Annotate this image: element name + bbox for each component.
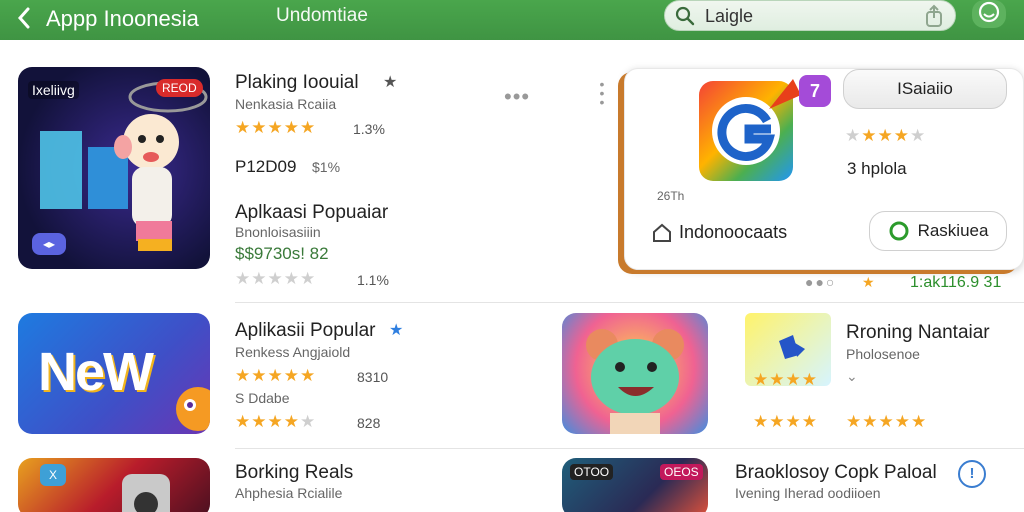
rating-stars-2: ★★★★★ xyxy=(235,269,317,288)
rating-stars-5c: ★★★★★ xyxy=(846,412,928,431)
featured-stars: ★★★★★ xyxy=(845,126,927,145)
icon-badge-x: X xyxy=(40,464,66,486)
rating-value-3: 8310 xyxy=(357,369,389,385)
featured-cta-label: Raskiuea xyxy=(917,221,989,240)
app-subtitle-1: Nenkasia Rcaiia xyxy=(235,96,337,112)
account-button[interactable] xyxy=(972,0,1006,28)
icon-badge-red: REOD xyxy=(156,79,203,97)
location-icon xyxy=(653,223,671,242)
app-icon-1[interactable]: Ixeliivg REOD ◂▸ xyxy=(18,67,210,269)
search-bar[interactable]: Laigle xyxy=(664,0,956,31)
featured-location: Indonoocaats xyxy=(679,222,788,242)
app-icon-7[interactable]: OTOO OEOS xyxy=(562,458,708,512)
app-subtitle-6: Ahphesia Rcialile xyxy=(235,485,343,501)
app-title-3[interactable]: Aplikasii Popular xyxy=(235,320,375,342)
search-input[interactable]: Laigle xyxy=(705,6,753,27)
character-icon xyxy=(176,387,210,431)
icon-badge-right: OEOS xyxy=(660,464,703,480)
rating-stars-1: ★★★★★ xyxy=(235,118,317,137)
featured-cta-button[interactable]: Raskiuea xyxy=(869,211,1007,251)
more-options-icon[interactable]: ••• xyxy=(504,84,530,110)
featured-action-button[interactable]: ISaiaiio xyxy=(843,69,1007,109)
play-chip: ◂▸ xyxy=(32,233,66,255)
divider-row-1 xyxy=(235,302,1024,303)
user-icon xyxy=(978,1,1000,23)
rating-stars-3b: ★★★★★ xyxy=(235,412,317,431)
app-extra-3: S Ddabe xyxy=(235,390,290,406)
vertical-more-icon[interactable]: • • • xyxy=(598,77,606,110)
verified-star-icon: ★ xyxy=(389,322,404,339)
app-icon-6[interactable]: X xyxy=(18,458,210,512)
price-secondary-1: $1% xyxy=(312,159,341,175)
featured-footer-star: ★ xyxy=(862,274,875,290)
featured-badge: 7 xyxy=(799,75,831,107)
rating-stars-3: ★★★★★ xyxy=(235,366,317,385)
app-title-6[interactable]: Borking Reals xyxy=(235,462,353,484)
divider-row-2 xyxy=(235,448,1024,449)
share-icon[interactable] xyxy=(921,4,947,28)
app-title-7[interactable]: Braoklosoy Copk Paloal xyxy=(735,462,937,484)
robot-icon xyxy=(122,474,170,512)
featured-price: 3 hplola xyxy=(847,159,907,178)
app-icon-3[interactable]: NeW xyxy=(18,313,210,434)
search-icon xyxy=(675,6,695,26)
bear-mascot-icon xyxy=(586,329,684,434)
chevron-left-icon xyxy=(17,7,30,29)
star-badge-icon: ★ xyxy=(383,74,398,91)
rating-stars-5b: ★★★★ xyxy=(753,412,818,431)
price-1: P12D09 xyxy=(235,157,297,176)
rating-value-3b: 828 xyxy=(357,415,381,431)
back-button[interactable] xyxy=(12,5,36,31)
icon-label-badge: Ixeliivg xyxy=(28,81,79,99)
rating-stars-5: ★★★★ xyxy=(753,370,818,389)
app-title: Appp Inoonesia xyxy=(46,6,199,31)
featured-small-label: 26Th xyxy=(657,189,685,203)
icon-badge-left: OTOO xyxy=(570,464,614,480)
header-subtitle[interactable]: Undomtiae xyxy=(276,5,368,27)
new-icon-text: NeW xyxy=(38,342,154,402)
app-subtitle-3: Renkess Angjaiold xyxy=(235,344,351,360)
rating-value-1: 1.3% xyxy=(353,121,385,137)
refresh-icon xyxy=(889,221,909,241)
featured-footer-number: 1:ak116.9 31 xyxy=(910,274,1002,291)
chevron-down-icon[interactable]: ⌄ xyxy=(846,368,858,385)
app-title-5[interactable]: Rroning Nantaiar xyxy=(846,322,990,344)
price-2: $$9730s! 82 xyxy=(235,244,329,263)
app-icon-4[interactable] xyxy=(562,313,708,434)
app-subtitle-5: Pholosenoe xyxy=(846,346,920,362)
carousel-dots[interactable]: ●●○ xyxy=(805,274,836,290)
app-title-2[interactable]: Aplkaasi Popuaiar xyxy=(235,202,388,224)
featured-card[interactable]: 7 ISaiaiio ★★★★★ 3 hplola 26Th Indonooca… xyxy=(624,68,1024,270)
info-icon[interactable]: ! xyxy=(958,460,986,488)
app-subtitle-2: Bnonloisasiiin xyxy=(235,224,321,240)
rating-value-2: 1.1% xyxy=(357,272,389,288)
app-title-1[interactable]: Plaking Ioouial xyxy=(235,72,359,94)
top-bar: Appp Inoonesia Undomtiae Laigle xyxy=(0,0,1024,40)
app-subtitle-7: Ivening Iherad oodiioen xyxy=(735,485,881,501)
